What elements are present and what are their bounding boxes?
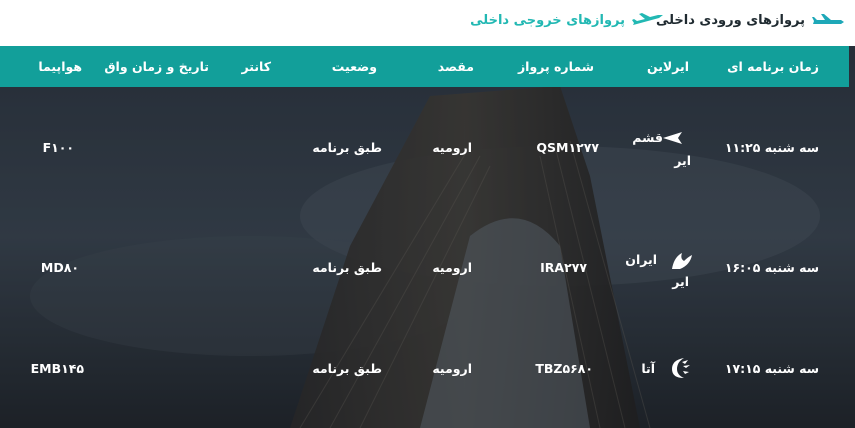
airline-name-suffix: ایر [674, 153, 691, 168]
plane-landing-icon [812, 14, 844, 24]
col-scheduled-time: زمان برنامه ای [727, 59, 819, 74]
flight-table-header: زمان برنامه ای ایرلاین شماره پرواز مقصد … [0, 46, 849, 87]
destination: ارومیه [432, 260, 472, 275]
col-counter: کانتر [241, 59, 271, 74]
destination: ارومیه [432, 361, 472, 376]
iran-air-logo [672, 253, 692, 269]
tab-domestic-arrivals[interactable]: پروازهای ورودی داخلی [656, 10, 845, 30]
col-destination: مقصد [437, 59, 474, 74]
ata-airlines-logo [672, 358, 690, 378]
flight-number: IRA۲۷۷ [540, 260, 587, 275]
aircraft-type: MD۸۰ [40, 260, 79, 275]
tab-domestic-departures[interactable]: پروازهای خروجی داخلی [470, 10, 665, 30]
aircraft-type: F۱۰۰ [42, 140, 74, 155]
col-aircraft: هواپیما [38, 59, 82, 74]
table-row: سه شنبه ۱۱:۲۵ قشم ایر QSM۱۲۷۷ ارومیه طبق… [0, 123, 849, 173]
scheduled-time: سه شنبه ۱۱:۲۵ [724, 140, 819, 155]
table-row: سه شنبه ۱۷:۱۵ آتا TBZ۵۶۸۰ ارومیه طبق برن… [0, 344, 849, 394]
flight-board: زمان برنامه ای ایرلاین شماره پرواز مقصد … [0, 46, 855, 428]
airline-name: قشم [632, 130, 663, 145]
flight-status: طبق برنامه [312, 361, 382, 376]
flight-tabs-bar: پروازهای ورودی داخلی پروازهای خروجی داخل… [0, 0, 855, 46]
flight-number: QSM۱۲۷۷ [536, 140, 599, 155]
col-flight-number: شماره پرواز [517, 59, 594, 74]
flight-status: طبق برنامه [312, 260, 382, 275]
col-airline: ایرلاین [646, 59, 689, 74]
airline-name: ایران [625, 252, 657, 267]
flight-status: طبق برنامه [312, 140, 382, 155]
col-status: وضعیت [331, 59, 377, 74]
tab-domestic-arrivals-label: پروازهای ورودی داخلی [655, 12, 805, 28]
flight-number: TBZ۵۶۸۰ [535, 361, 593, 376]
table-row: سه شنبه ۱۶:۰۵ ایران ایر IRA۲۷۷ ارومیه طب… [0, 243, 849, 293]
qeshm-air-logo [663, 132, 682, 144]
aircraft-type: EMB۱۴۵ [30, 361, 84, 376]
destination: ارومیه [432, 140, 472, 155]
scheduled-time: سه شنبه ۱۷:۱۵ [724, 361, 819, 376]
airline-name-suffix: ایر [672, 274, 689, 289]
plane-takeoff-icon [632, 13, 663, 25]
airline-name: آتا [641, 361, 655, 376]
tab-domestic-departures-label: پروازهای خروجی داخلی [470, 12, 625, 28]
scheduled-time: سه شنبه ۱۶:۰۵ [724, 260, 819, 275]
col-actual-time: تاریخ و زمان واق [104, 59, 209, 74]
